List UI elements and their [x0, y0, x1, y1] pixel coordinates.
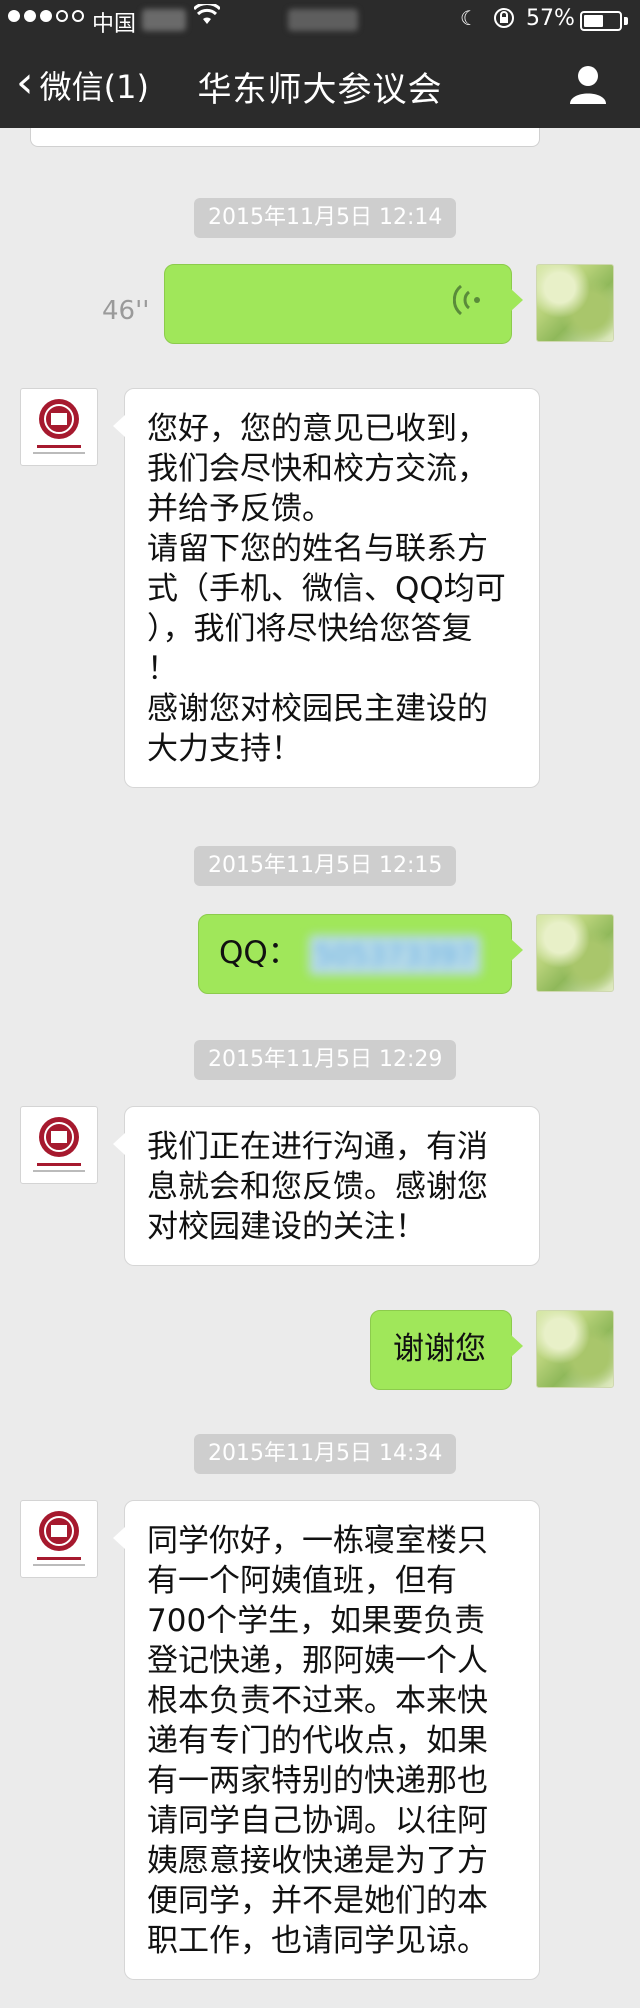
message-line: 并给予反馈。	[147, 491, 333, 527]
message-line: 登记快递，那阿姨一个人	[147, 1643, 488, 1679]
redacted-carrier-detail	[142, 9, 186, 31]
previous-message-card	[30, 128, 540, 147]
message-line: 息就会和您反馈。感谢您	[147, 1169, 488, 1205]
message-line: 大力支持！	[147, 731, 302, 767]
status-bar: 中国 ☾ 57%	[0, 0, 640, 40]
timestamp: 2015年11月5日 14:34	[194, 1434, 457, 1474]
message-line: 姨愿意接收快递是为了方	[147, 1843, 488, 1879]
redacted-qq-number: 505373397	[308, 934, 482, 975]
timestamp: 2015年11月5日 12:29	[194, 1040, 457, 1080]
wifi-icon	[192, 2, 222, 32]
battery-tip	[624, 17, 628, 25]
message-bubble[interactable]: 我们正在进行沟通，有消 息就会和您反馈。感谢您 对校园建设的关注！	[113, 1106, 540, 1266]
message-bubble[interactable]: QQ： 505373397	[198, 914, 523, 994]
message-line: 700个学生，如果要负责	[147, 1603, 486, 1639]
sender-avatar[interactable]	[20, 1106, 98, 1184]
orientation-lock-icon	[492, 6, 516, 35]
message-line: ），我们将尽快给您答复	[147, 611, 473, 647]
redacted-clock	[288, 9, 358, 31]
carrier-name: 中国	[92, 12, 137, 37]
moon-icon: ☾	[460, 6, 478, 30]
message-line: 请同学自己协调。以往阿	[147, 1803, 488, 1839]
person-icon[interactable]	[566, 62, 610, 106]
my-avatar[interactable]	[536, 1310, 614, 1388]
message-line: 我们正在进行沟通，有消	[147, 1129, 488, 1165]
my-avatar[interactable]	[536, 264, 614, 342]
message-line: 有一个阿姨值班，但有	[147, 1563, 457, 1599]
message-line: 递有专门的代收点，如果	[147, 1723, 488, 1759]
navigation-bar: ‹ 微信(1) 华东师大参议会	[0, 40, 640, 128]
message-line: 您好，您的意见已收到，	[147, 411, 488, 447]
message-line: 我们会尽快和校方交流，	[147, 451, 488, 487]
message-line: 有一两家特别的快递那也	[147, 1763, 488, 1799]
message-line: 对校园建设的关注！	[147, 1209, 426, 1245]
message-line: 谢谢您	[393, 1331, 486, 1367]
message-line: 式（手机、微信、QQ均可	[147, 571, 506, 607]
message-line: 便同学，并不是她们的本	[147, 1883, 488, 1919]
voice-duration: 46''	[102, 296, 150, 326]
sender-avatar[interactable]	[20, 388, 98, 466]
message-line: 请留下您的姓名与联系方	[147, 531, 488, 567]
voice-message-bubble[interactable]	[164, 264, 523, 344]
message-bubble[interactable]: 谢谢您	[370, 1310, 523, 1390]
battery-percentage: 57%	[526, 6, 575, 31]
battery-icon	[580, 11, 622, 31]
message-line: 职工作，也请同学见谅。	[147, 1923, 488, 1959]
message-line: 感谢您对校园民主建设的	[147, 691, 488, 727]
message-line: 根本负责不过来。本来快	[147, 1683, 488, 1719]
voice-wave-icon	[452, 283, 483, 326]
message-bubble[interactable]: 同学你好，一栋寝室楼只 有一个阿姨值班，但有 700个学生，如果要负责 登记快递…	[113, 1500, 540, 1980]
my-avatar[interactable]	[536, 914, 614, 992]
timestamp: 2015年11月5日 12:15	[194, 846, 457, 886]
message-bubble[interactable]: 您好，您的意见已收到， 我们会尽快和校方交流， 并给予反馈。 请留下您的姓名与联…	[113, 388, 540, 788]
message-text: QQ：	[219, 935, 299, 971]
message-line: ！	[147, 651, 178, 687]
signal-strength-icon	[8, 10, 84, 22]
message-line: 同学你好，一栋寝室楼只	[147, 1523, 488, 1559]
chat-title: 华东师大参议会	[197, 70, 443, 110]
sender-avatar[interactable]	[20, 1500, 98, 1578]
timestamp: 2015年11月5日 12:14	[194, 198, 457, 238]
